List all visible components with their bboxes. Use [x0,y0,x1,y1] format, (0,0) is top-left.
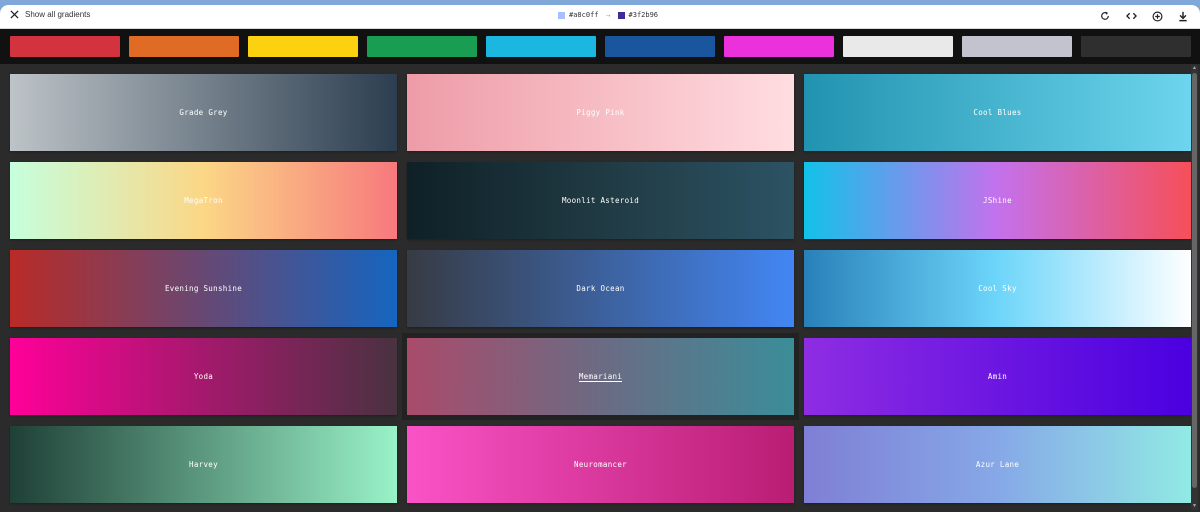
gradient-card[interactable]: Piggy Pink [407,74,794,151]
gradient-name: Cool Blues [973,108,1022,117]
download-icon [1179,11,1187,21]
add-circle-icon [1152,11,1162,21]
color-filter-green[interactable] [367,36,477,57]
color-filter-bar [0,29,1200,64]
color-filter-yellow[interactable] [248,36,358,57]
gradient-card[interactable]: Harvey [10,426,397,503]
gradient-name: Evening Sunshine [164,284,243,293]
toolbar: Show all gradients #a8c0ff → #3f2b96 [0,5,1200,29]
gradient-card[interactable]: Yoda [10,338,397,415]
back-label: Show all gradients [25,10,91,19]
gradient-card[interactable]: Memariani [402,333,799,420]
color-filter-black[interactable] [1081,36,1191,57]
gradient-card[interactable]: Cool Blues [804,74,1191,151]
app-window: Show all gradients #a8c0ff → #3f2b96 Gra… [0,5,1200,512]
gradient-card[interactable]: Azur Lane [804,426,1191,503]
color-filter-white[interactable] [843,36,953,57]
gradient-name: Harvey [189,460,218,469]
gradient-name: Amin [987,372,1008,381]
from-color-hex[interactable]: #a8c0ff [569,11,599,19]
gradient-name: Memariani [578,371,623,382]
scrollbar[interactable]: ▲ ▼ [1191,65,1198,510]
gradient-name: Grade Grey [179,108,228,117]
gradient-card[interactable]: Moonlit Asteroid [407,162,794,239]
gradient-grid: Grade Grey Piggy Pink Cool Blues MegaTron Mo… [10,74,1191,503]
scroll-down-icon[interactable]: ▼ [1191,503,1198,510]
download-button[interactable] [1176,9,1190,23]
color-filter-blue[interactable] [486,36,596,57]
current-gradient-colors: #a8c0ff → #3f2b96 [558,11,658,19]
color-filter-pink[interactable] [724,36,834,57]
color-filter-orange[interactable] [129,36,239,57]
gradient-card[interactable]: Amin [804,338,1191,415]
gradient-card[interactable]: JShine [804,162,1191,239]
rotate-button[interactable] [1098,9,1112,23]
gradient-name: JShine [983,196,1012,205]
gradient-card[interactable]: Neuromancer [407,426,794,503]
scroll-up-icon[interactable]: ▲ [1191,65,1198,72]
gradient-name: Azur Lane [975,460,1020,469]
color-filters [10,36,1191,57]
gradient-name: Moonlit Asteroid [561,196,640,205]
color-filter-red[interactable] [10,36,120,57]
gradient-card[interactable]: Evening Sunshine [10,250,397,327]
close-icon [10,10,19,19]
gradient-name: Neuromancer [574,460,627,469]
gradient-card[interactable]: Grade Grey [10,74,397,151]
toolbar-actions [1098,9,1190,23]
to-color-hex[interactable]: #3f2b96 [629,11,659,19]
scrollbar-thumb[interactable] [1192,73,1197,488]
gradient-card[interactable]: Cool Sky [804,250,1191,327]
code-icon [1125,12,1137,20]
color-filter-grey[interactable] [962,36,1072,57]
get-css-button[interactable] [1124,9,1138,23]
gradient-name: Yoda [193,372,214,381]
rotate-icon [1101,11,1109,20]
gradient-card[interactable]: MegaTron [10,162,397,239]
from-color-swatch[interactable] [558,11,565,19]
arrow-icon: → [604,11,612,19]
gradient-name: Cool Sky [978,284,1017,293]
show-all-gradients-button[interactable]: Show all gradients [10,10,90,19]
gradient-name: Dark Ocean [576,284,625,293]
gradient-card[interactable]: Dark Ocean [407,250,794,327]
add-gradient-button[interactable] [1150,9,1164,23]
color-filter-dark-blue[interactable] [605,36,715,57]
gradient-name: Piggy Pink [576,108,625,117]
to-color-swatch[interactable] [617,11,625,19]
gradient-name: MegaTron [184,196,223,205]
